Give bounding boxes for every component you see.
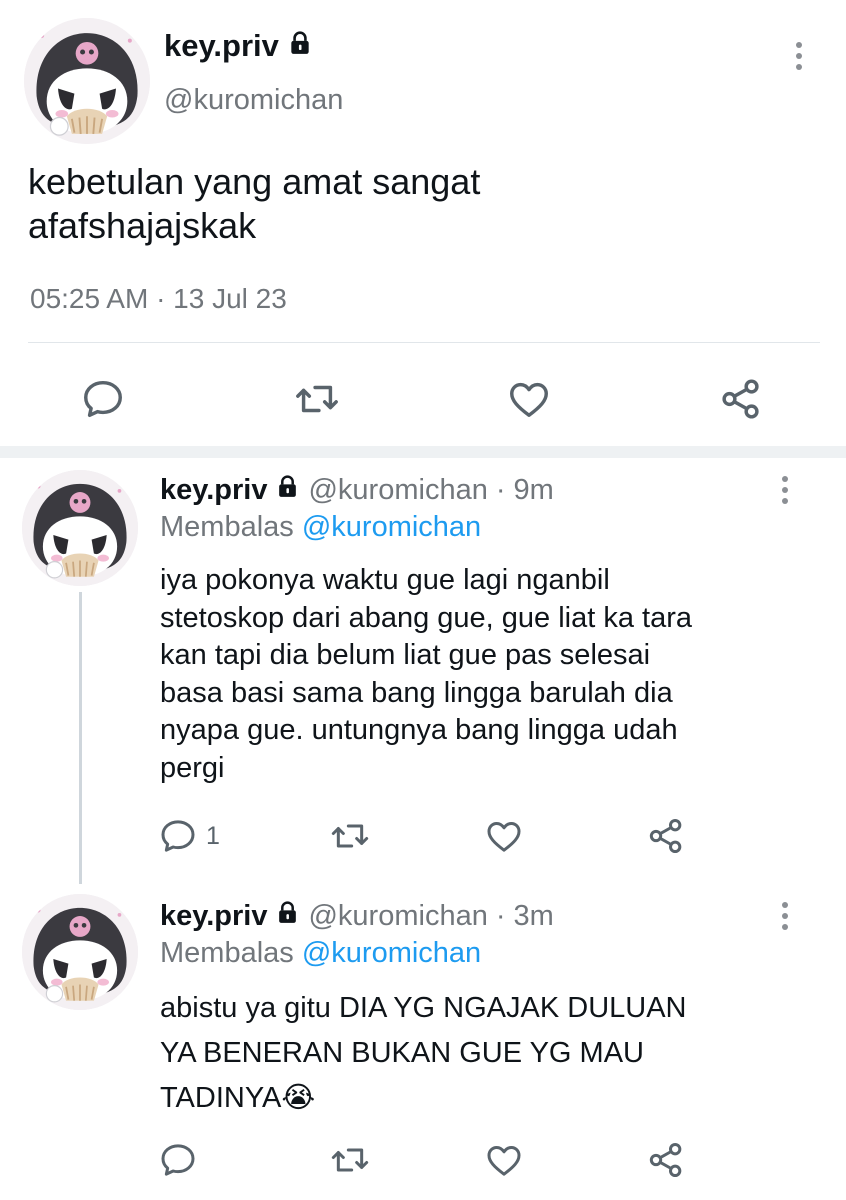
reply-icon: [80, 376, 126, 422]
tweet-text-line: afafshajajskak: [28, 205, 257, 246]
reply-header: key.priv @kuromichan · 9m: [160, 474, 554, 507]
share-icon: [646, 1140, 686, 1180]
reply-text-line: nyapa gue. untungnya bang lingga udah: [160, 714, 678, 746]
replying-to: Membalas @kuromichan: [160, 937, 481, 970]
reply-button[interactable]: [80, 376, 126, 422]
reply-text-line: iya pokonya waktu gue lagi nganbil: [160, 564, 610, 596]
tweet-text: kebetulan yang amat sangat afafshajajska…: [28, 160, 480, 248]
share-button[interactable]: [718, 376, 764, 422]
tweet-text-line: kebetulan yang amat sangat: [28, 161, 481, 202]
like-icon: [506, 376, 552, 422]
reply-text-line: stetoskop dari abang gue, gue liat ka ta…: [160, 601, 693, 634]
lock-icon: [275, 474, 300, 507]
handle[interactable]: @kuromichan: [308, 474, 487, 507]
share-button[interactable]: [646, 1140, 686, 1180]
avatar-image: [24, 18, 150, 144]
avatar[interactable]: [22, 470, 138, 586]
like-button[interactable]: [484, 1140, 524, 1180]
replying-to-label: Membalas: [160, 937, 294, 969]
handle[interactable]: @kuromichan: [164, 84, 343, 117]
more-icon[interactable]: [796, 42, 802, 70]
share-icon: [646, 816, 686, 856]
avatar-image: [22, 894, 138, 1010]
retweet-button[interactable]: [330, 816, 370, 856]
like-button[interactable]: [506, 376, 552, 422]
reply-text-line: basa basi sama bang lingga barulah dia: [160, 676, 673, 709]
replying-to-label: Membalas: [160, 511, 294, 543]
retweet-button[interactable]: [294, 376, 340, 422]
retweet-icon: [330, 1140, 370, 1180]
reply-icon: [158, 1140, 198, 1180]
thread-line: [79, 592, 82, 884]
reply-text-line: abistu ya gitu DIA YG NGAJAK DULUAN: [160, 992, 687, 1024]
reply-button[interactable]: [158, 1140, 198, 1180]
avatar[interactable]: [22, 894, 138, 1010]
reply-time[interactable]: · 9m: [496, 474, 554, 507]
like-icon: [484, 816, 524, 856]
timestamp[interactable]: 05:25 AM · 13 Jul 23: [30, 283, 287, 315]
mention-link[interactable]: @kuromichan: [302, 511, 481, 543]
divider: [28, 342, 820, 343]
share-icon: [718, 376, 764, 422]
reply-icon: [158, 816, 198, 856]
reply-text-line: kan tapi dia belum liat gue pas selesai: [160, 639, 651, 671]
display-name[interactable]: key.priv: [160, 474, 267, 507]
share-button[interactable]: [646, 816, 686, 856]
like-icon: [484, 1140, 524, 1180]
reply-time[interactable]: · 3m: [496, 900, 554, 933]
author-row: key.priv: [164, 28, 313, 64]
reply-text: iya pokonya waktu gue lagi nganbil steto…: [160, 562, 692, 787]
handle[interactable]: @kuromichan: [308, 900, 487, 933]
reply-text-line: TADINYA😭: [160, 1082, 316, 1114]
retweet-icon: [294, 376, 340, 422]
lock-icon: [287, 28, 313, 64]
display-name[interactable]: key.priv: [160, 900, 267, 933]
like-button[interactable]: [484, 816, 524, 856]
retweet-icon: [330, 816, 370, 856]
reply-text: abistu ya gitu DIA YG NGAJAK DULUAN YA B…: [160, 986, 687, 1121]
reply-header: key.priv @kuromichan · 3m: [160, 900, 554, 933]
more-icon[interactable]: [782, 902, 788, 930]
avatar-image: [22, 470, 138, 586]
section-divider: [0, 446, 846, 458]
lock-icon: [275, 900, 300, 933]
reply-text-line: pergi: [160, 751, 225, 784]
mention-link[interactable]: @kuromichan: [302, 937, 481, 969]
avatar[interactable]: [24, 18, 150, 144]
reply-button[interactable]: 1: [158, 816, 220, 856]
retweet-button[interactable]: [330, 1140, 370, 1180]
replying-to: Membalas @kuromichan: [160, 511, 481, 544]
more-icon[interactable]: [782, 476, 788, 504]
display-name[interactable]: key.priv: [164, 28, 279, 64]
reply-text-line: YA BENERAN BUKAN GUE YG MAU: [160, 1037, 644, 1069]
reply-count: 1: [206, 821, 220, 850]
